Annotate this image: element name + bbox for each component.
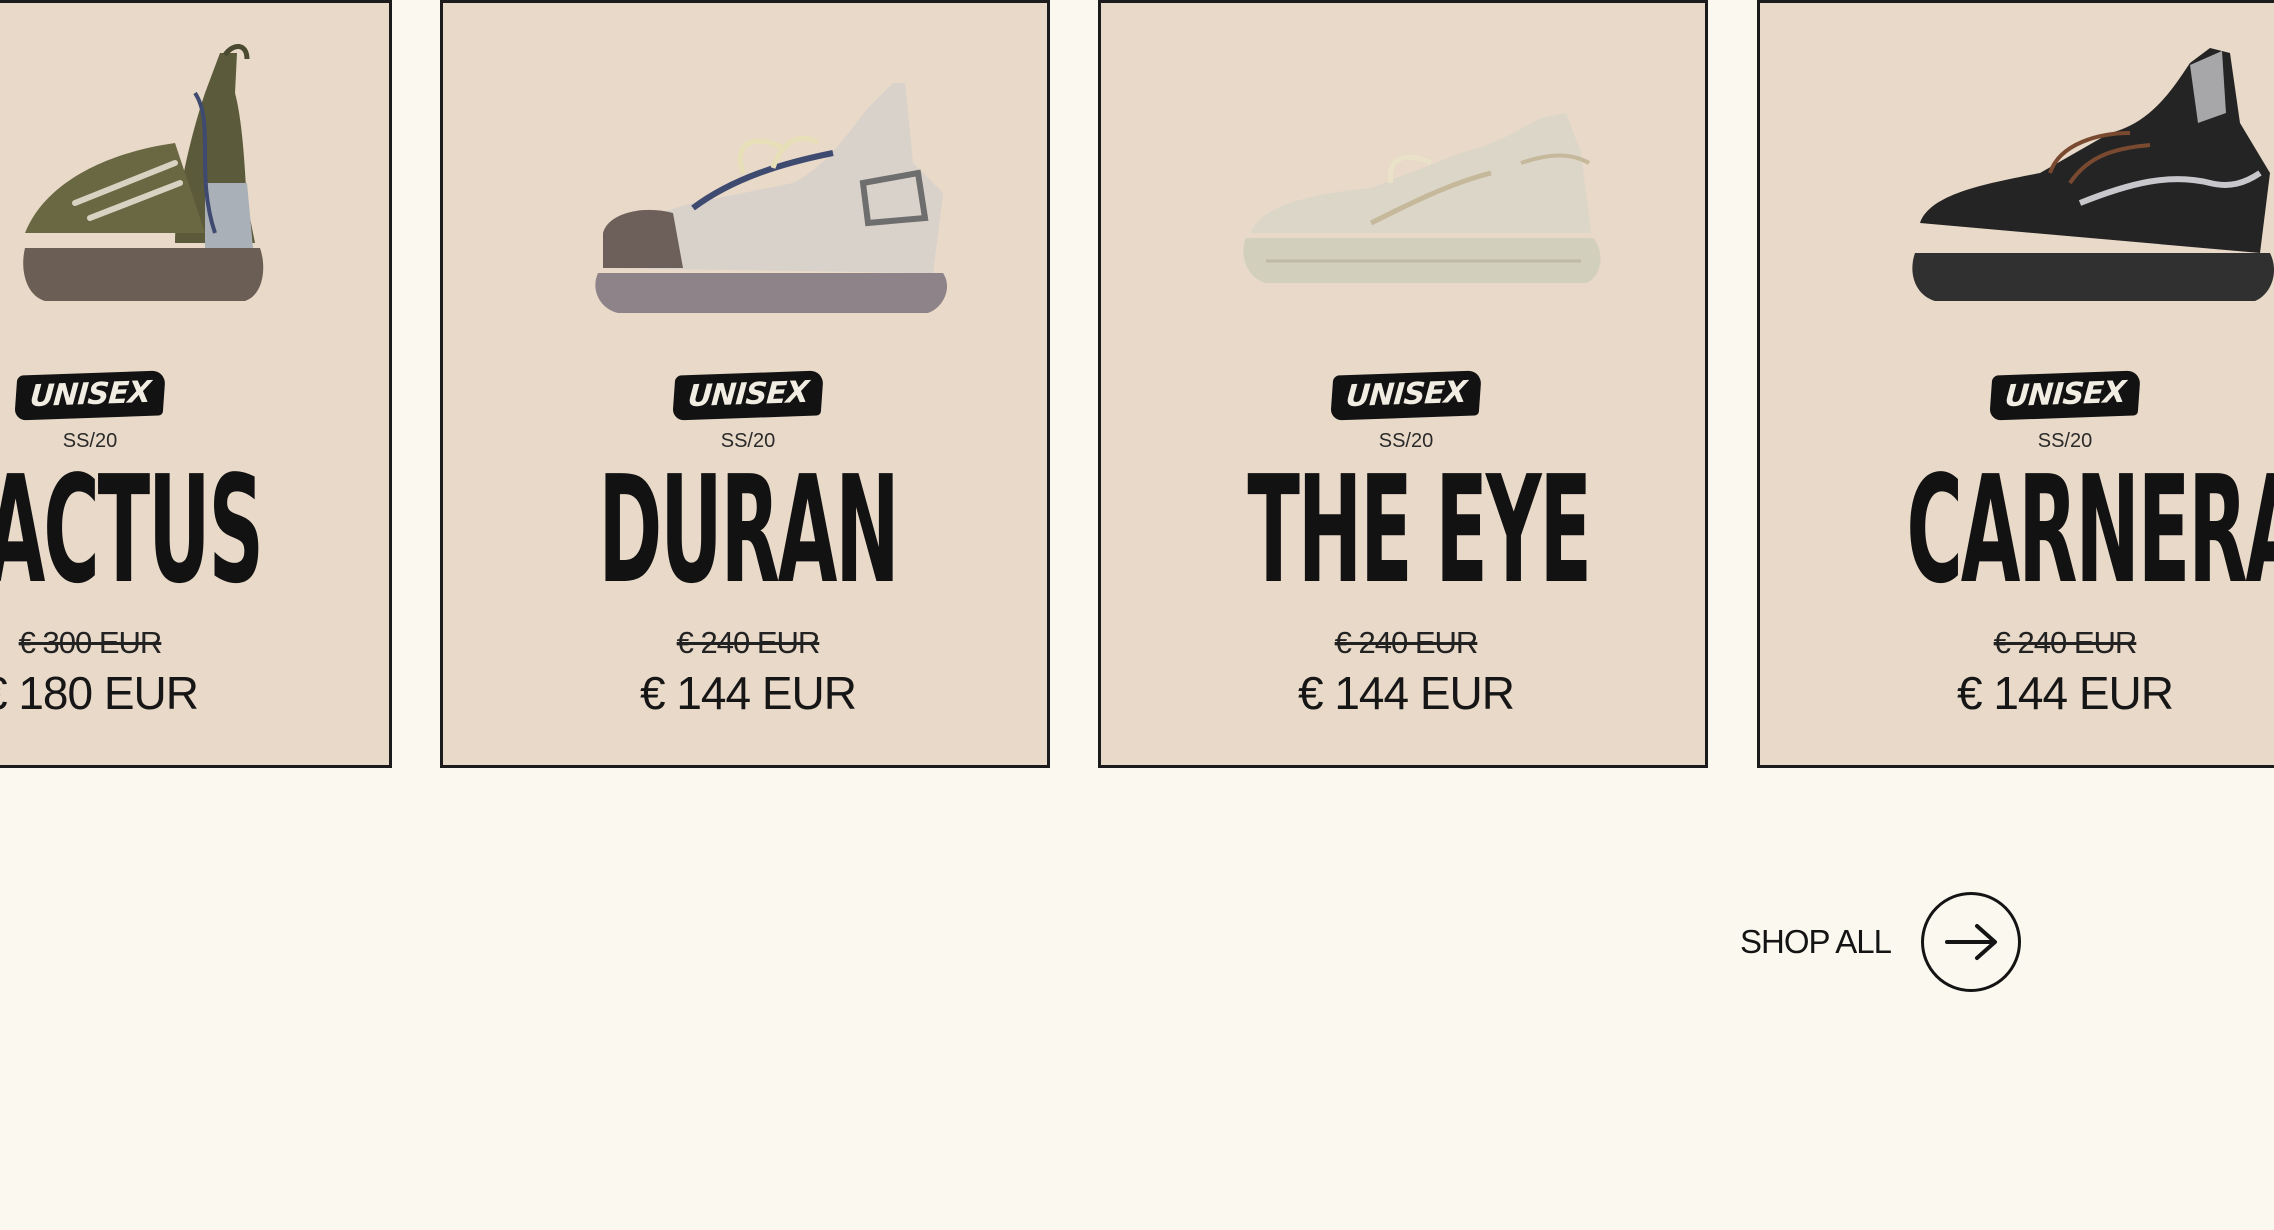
original-price: € 240 EUR (1993, 625, 2138, 660)
unisex-badge: UNISEX (1989, 370, 2141, 421)
sale-price: € 144 EUR (639, 667, 857, 719)
product-card-cactus[interactable]: UNISEX SS/20 CACTUS € 300 EUR € 180 EUR (0, 0, 392, 768)
unisex-badge: UNISEX (672, 370, 824, 421)
product-name: CACTUS (0, 444, 264, 616)
product-name: DURAN (598, 444, 899, 616)
product-name: THE EYE (1247, 444, 1592, 616)
product-card-duran[interactable]: UNISEX SS/20 DURAN € 240 EUR € 144 EUR (440, 0, 1050, 768)
sneaker-icon (1850, 33, 2274, 323)
unisex-badge: UNISEX (1330, 370, 1482, 421)
product-name: CARNERA (1906, 444, 2274, 616)
shop-all-label: SHOP ALL (1740, 923, 1892, 960)
sale-price: € 144 EUR (1956, 667, 2174, 719)
sale-price: € 180 EUR (0, 667, 199, 719)
shop-all-link[interactable]: SHOP ALL (1740, 892, 2021, 992)
shop-all-arrow-button[interactable] (1921, 892, 2021, 992)
product-card-the-eye[interactable]: UNISEX SS/20 THE EYE € 240 EUR € 144 EUR (1098, 0, 1708, 768)
original-price: € 240 EUR (676, 625, 821, 660)
sneaker-icon (1191, 33, 1631, 323)
boot-icon (0, 33, 315, 323)
original-price: € 300 EUR (18, 625, 163, 660)
original-price: € 240 EUR (1334, 625, 1479, 660)
sale-price: € 144 EUR (1297, 667, 1515, 719)
product-card-carnera[interactable]: UNISEX SS/20 CARNERA € 240 EUR € 144 EUR (1757, 0, 2274, 768)
arrow-right-icon (1945, 924, 1997, 960)
sneaker-icon (533, 33, 973, 323)
unisex-badge: UNISEX (14, 370, 166, 421)
product-carousel: UNISEX SS/20 CACTUS € 300 EUR € 180 EUR … (0, 0, 2274, 774)
